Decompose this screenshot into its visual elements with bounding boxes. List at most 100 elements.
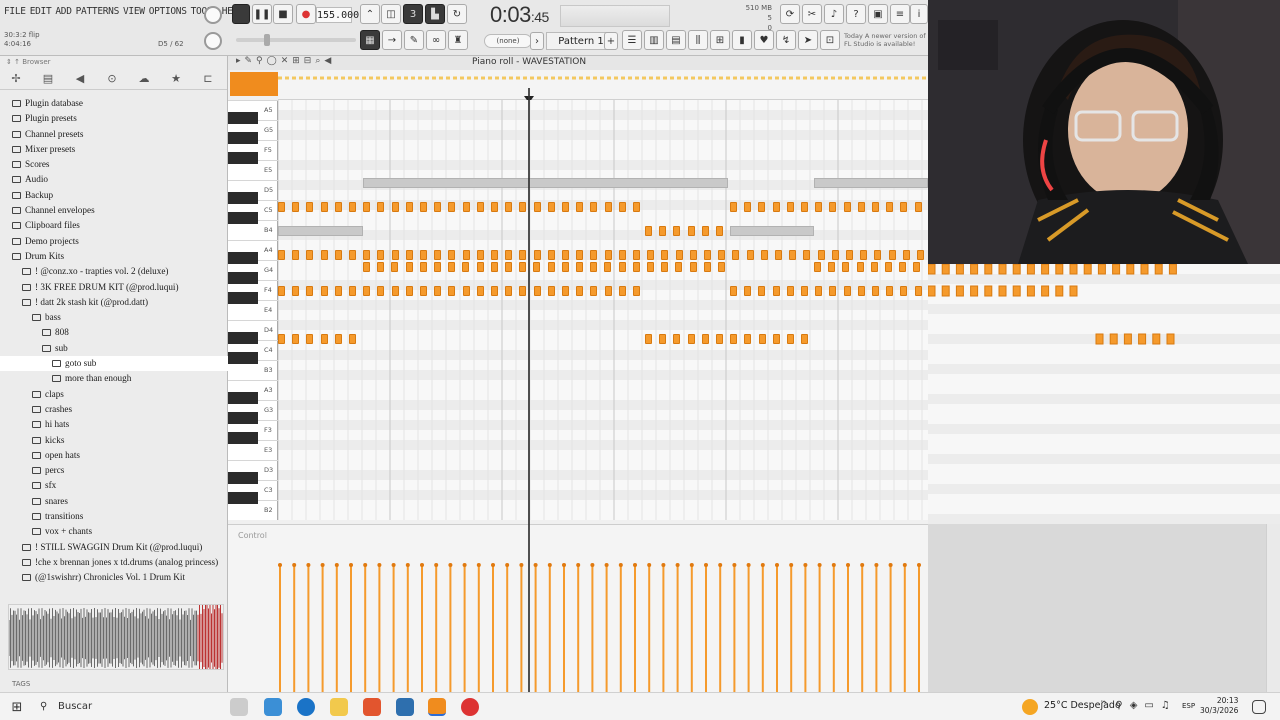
velocity-handle[interactable] (320, 563, 325, 567)
note[interactable] (1069, 263, 1078, 275)
news-panel[interactable]: Today A newer version of FL Studio is av… (844, 32, 928, 48)
channel-rack-button[interactable]: ▤ (666, 30, 686, 50)
note[interactable] (732, 250, 740, 260)
note[interactable] (547, 286, 555, 296)
note[interactable] (377, 262, 385, 272)
velocity-handle[interactable] (746, 563, 751, 567)
note[interactable] (831, 250, 839, 260)
browser-item[interactable]: 808 (0, 325, 228, 340)
note[interactable] (278, 202, 285, 212)
note[interactable] (917, 250, 924, 260)
note[interactable] (633, 202, 640, 212)
velocity-handle[interactable] (831, 563, 836, 567)
note[interactable] (278, 334, 285, 344)
note[interactable] (955, 263, 964, 275)
note[interactable] (829, 286, 837, 296)
step-edit-button[interactable]: ▙ (425, 4, 445, 24)
note[interactable] (562, 250, 569, 260)
target-channel-marker[interactable] (230, 72, 278, 96)
note[interactable] (1041, 285, 1050, 297)
note[interactable] (292, 202, 300, 212)
note[interactable] (604, 262, 612, 272)
browser-star-icon[interactable]: ★ (166, 72, 186, 85)
velocity-handle[interactable] (704, 563, 708, 567)
note[interactable] (730, 334, 738, 344)
browser-all-icon[interactable]: ▤ (38, 72, 58, 85)
browser-item[interactable]: Clipboard files (0, 218, 228, 233)
note[interactable] (420, 202, 427, 212)
black-key[interactable] (228, 112, 258, 124)
note[interactable] (278, 250, 285, 260)
note[interactable] (857, 286, 865, 296)
black-key[interactable] (228, 272, 258, 284)
browser-item[interactable]: vox + chants (0, 524, 228, 539)
metronome-button[interactable]: ⌃ (360, 4, 380, 24)
note[interactable] (902, 250, 910, 260)
note[interactable] (476, 262, 484, 272)
browser-item[interactable]: bass (0, 310, 228, 325)
note[interactable] (391, 250, 399, 260)
tempo-display[interactable]: 155.000 (316, 7, 359, 23)
note[interactable] (1154, 263, 1163, 275)
note[interactable] (659, 226, 667, 236)
browser-item[interactable]: Channel presets (0, 127, 228, 142)
note[interactable] (363, 262, 370, 272)
note[interactable] (687, 334, 695, 344)
velocity-handle[interactable] (519, 563, 524, 567)
velocity-handle[interactable] (902, 563, 907, 567)
note[interactable] (716, 334, 723, 344)
note[interactable] (334, 286, 342, 296)
velocity-handle[interactable] (888, 563, 893, 567)
note[interactable] (1069, 285, 1078, 297)
piano-roll-tools-icons[interactable]: ▸✎⚲◯✕⊞⊟⌕◀ (236, 56, 335, 66)
note[interactable] (618, 262, 626, 272)
velocity-handle[interactable] (675, 563, 680, 567)
browser-item[interactable]: goto sub (0, 356, 228, 372)
note[interactable] (334, 202, 342, 212)
note[interactable] (618, 250, 626, 260)
note[interactable] (576, 250, 584, 260)
note[interactable] (604, 202, 612, 212)
browser-item[interactable]: Mixer presets (0, 142, 228, 157)
velocity-handle[interactable] (547, 563, 552, 567)
note[interactable] (673, 334, 681, 344)
file-explorer-icon[interactable] (330, 698, 348, 716)
browser-item[interactable]: Demo projects (0, 234, 228, 249)
note[interactable] (1083, 263, 1092, 275)
note[interactable] (775, 250, 782, 260)
note[interactable] (490, 262, 498, 272)
note[interactable] (801, 334, 809, 344)
black-key[interactable] (228, 192, 258, 204)
note[interactable] (1026, 285, 1035, 297)
velocity-handle[interactable] (434, 563, 439, 567)
help-button[interactable]: ? (846, 4, 866, 24)
note[interactable] (787, 334, 794, 344)
note[interactable] (872, 202, 879, 212)
note[interactable] (391, 262, 399, 272)
velocity-handle[interactable] (860, 563, 865, 567)
note[interactable] (590, 262, 598, 272)
note[interactable] (519, 262, 527, 272)
snap-select[interactable]: (none) (484, 34, 532, 48)
stop-button[interactable]: ■ (273, 4, 293, 24)
note[interactable] (744, 286, 752, 296)
note[interactable] (701, 226, 709, 236)
menu-view[interactable]: VIEW (123, 6, 145, 17)
note[interactable] (870, 262, 878, 272)
note[interactable] (661, 250, 669, 260)
touch-keyboard-button[interactable]: ♥ (754, 30, 774, 50)
loop-record-button[interactable]: ↻ (447, 4, 467, 24)
note[interactable] (505, 202, 513, 212)
edge-app-icon[interactable] (297, 698, 315, 716)
note[interactable] (633, 250, 640, 260)
note[interactable] (547, 202, 555, 212)
note[interactable] (941, 263, 950, 275)
velocity-handle[interactable] (647, 563, 652, 567)
note[interactable] (659, 334, 667, 344)
playlist-button[interactable]: ☰ (622, 30, 642, 50)
velocity-handle[interactable] (917, 563, 921, 567)
note[interactable] (789, 250, 797, 260)
note[interactable] (1168, 263, 1177, 275)
browser-item[interactable]: ! STILL SWAGGIN Drum Kit (@prod.luqui) (0, 540, 228, 555)
note[interactable] (306, 334, 314, 344)
